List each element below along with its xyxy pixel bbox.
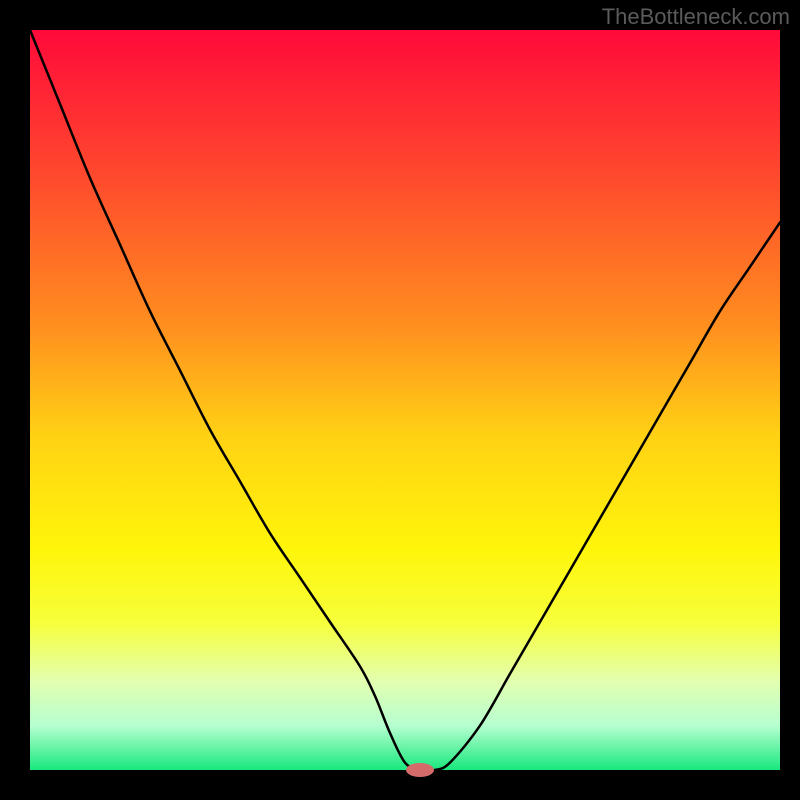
current-point-marker — [406, 763, 434, 777]
bottleneck-chart — [0, 0, 800, 800]
watermark-text: TheBottleneck.com — [602, 4, 790, 30]
chart-svg — [0, 0, 800, 800]
